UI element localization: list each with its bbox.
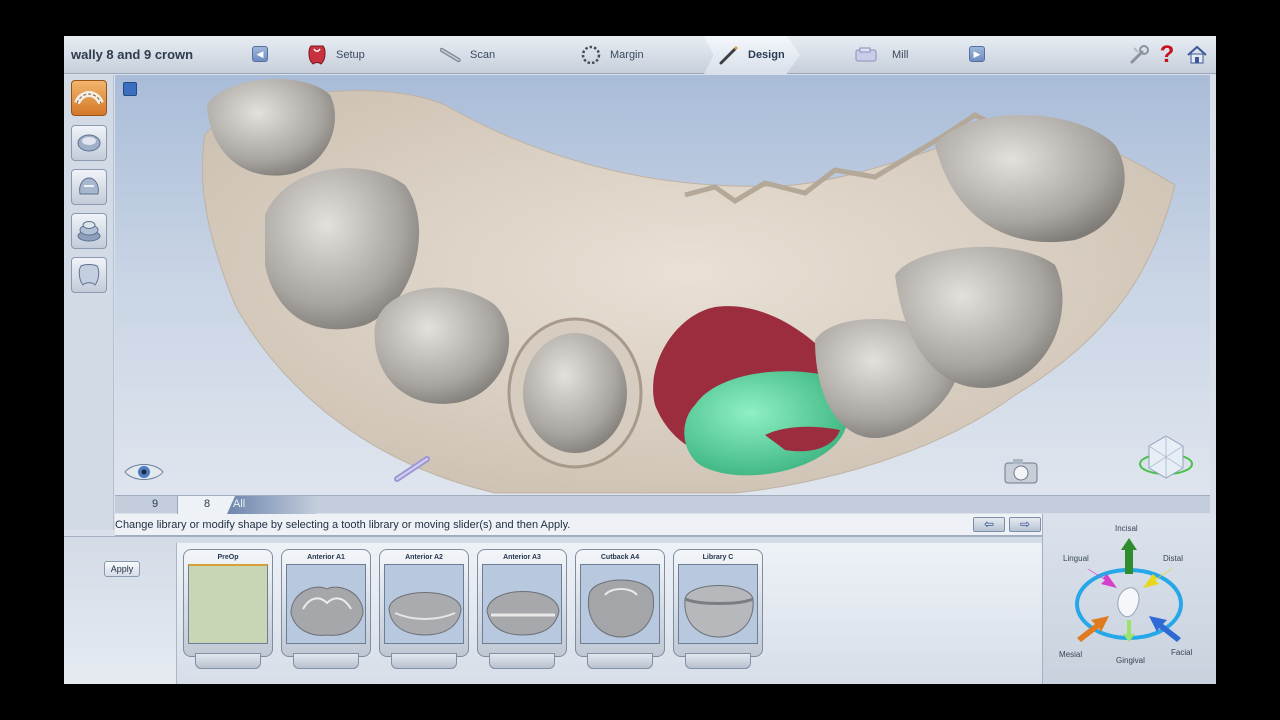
prep-view-icon bbox=[77, 134, 101, 152]
library-card-title: Anterior A2 bbox=[405, 554, 443, 561]
step-scan-label: Scan bbox=[470, 49, 496, 61]
tooth-tabs: 9 8 All bbox=[115, 495, 1210, 514]
snapshot-camera-icon[interactable] bbox=[1003, 457, 1039, 490]
visibility-eye-icon[interactable] bbox=[123, 460, 165, 489]
stack-view-button[interactable] bbox=[71, 213, 107, 249]
margin-ring-icon bbox=[580, 44, 602, 66]
stack-view-icon bbox=[77, 221, 101, 242]
case-title: wally 8 and 9 crown bbox=[71, 47, 194, 62]
library-card-preop[interactable]: PreOp bbox=[183, 549, 273, 671]
tooth-setup-icon bbox=[306, 44, 328, 66]
tooth-shape-button[interactable] bbox=[71, 257, 107, 293]
step-margin-label: Margin bbox=[610, 49, 644, 61]
step-setup-label: Setup bbox=[336, 49, 365, 61]
step-design[interactable]: Design bbox=[718, 36, 785, 74]
library-card-title: Cutback A4 bbox=[600, 554, 640, 561]
home-icon[interactable] bbox=[1184, 42, 1210, 68]
library-thumbnail bbox=[482, 564, 562, 644]
step-scan[interactable]: Scan bbox=[440, 36, 495, 74]
instruction-text: Change library or modify shape by select… bbox=[115, 519, 571, 531]
scanner-wand-icon bbox=[440, 44, 462, 66]
tab-tooth-9[interactable]: 9 bbox=[125, 496, 185, 514]
undo-button[interactable]: ⇦ bbox=[973, 517, 1005, 532]
library-card-title: Anterior A3 bbox=[503, 554, 541, 561]
prep-tooth-9 bbox=[523, 333, 627, 453]
view-rotation-cube-icon[interactable] bbox=[1137, 430, 1195, 491]
library-card-title: PreOp bbox=[217, 554, 239, 561]
library-thumbnail bbox=[188, 564, 268, 644]
mill-block-icon bbox=[854, 44, 880, 66]
library-card-anterior-a1[interactable]: Anterior A1 bbox=[281, 549, 371, 671]
scan-wand-tool-icon[interactable] bbox=[393, 453, 433, 488]
apply-button[interactable]: Apply bbox=[104, 561, 140, 577]
library-card-anterior-a2[interactable]: Anterior A2 bbox=[379, 549, 469, 671]
tooth-center-icon bbox=[1117, 587, 1140, 618]
crown-view-icon bbox=[79, 177, 99, 195]
crown-view-button[interactable] bbox=[71, 169, 107, 205]
tab-all-teeth[interactable]: All bbox=[227, 496, 317, 514]
redo-button[interactable]: ⇨ bbox=[1009, 517, 1041, 532]
orientation-arrows bbox=[1075, 538, 1183, 642]
library-panel: Apply PreOp Anterior A1 Anterior A2 Ante… bbox=[64, 536, 1042, 684]
tools-icon[interactable] bbox=[1126, 42, 1152, 68]
library-strip: PreOp Anterior A1 Anterior A2 Anterior A… bbox=[176, 543, 1042, 684]
arch-view-icon bbox=[74, 91, 104, 105]
tooth-shape-icon bbox=[78, 264, 100, 286]
next-step-button[interactable]: ▶ bbox=[969, 46, 985, 62]
prep-view-button[interactable] bbox=[71, 125, 107, 161]
cerec-design-window: wally 8 and 9 crown ◀ Setup Scan Margin bbox=[64, 36, 1216, 684]
3d-model-viewport[interactable] bbox=[115, 75, 1210, 495]
left-toolbar bbox=[64, 75, 114, 530]
previous-step-button[interactable]: ◀ bbox=[252, 46, 268, 62]
design-pen-icon bbox=[718, 44, 740, 66]
library-card-title: Library C bbox=[702, 554, 734, 561]
tab-tooth-8[interactable]: 8 bbox=[177, 496, 237, 514]
step-setup[interactable]: Setup bbox=[306, 36, 365, 74]
step-mill-label: Mill bbox=[892, 49, 909, 61]
library-card-anterior-a3[interactable]: Anterior A3 bbox=[477, 549, 567, 671]
library-thumbnail bbox=[384, 564, 464, 644]
arch-view-button[interactable] bbox=[71, 80, 107, 116]
library-card-cutback-a4[interactable]: Cutback A4 bbox=[575, 549, 665, 671]
step-design-label: Design bbox=[748, 49, 785, 61]
library-thumbnail bbox=[286, 564, 366, 644]
step-mill[interactable]: Mill bbox=[854, 36, 909, 74]
library-card-library-c[interactable]: Library C bbox=[673, 549, 763, 671]
library-thumbnail bbox=[678, 564, 758, 644]
dental-model-render bbox=[201, 78, 1176, 494]
library-card-title: Anterior A1 bbox=[307, 554, 345, 561]
orientation-control: Incisal Lingual Distal Mesial Gingival F… bbox=[1042, 514, 1216, 684]
library-thumbnail bbox=[580, 564, 660, 644]
step-margin[interactable]: Margin bbox=[580, 36, 644, 74]
workflow-bar: wally 8 and 9 crown ◀ Setup Scan Margin bbox=[64, 36, 1216, 74]
help-icon[interactable]: ? bbox=[1154, 41, 1180, 68]
